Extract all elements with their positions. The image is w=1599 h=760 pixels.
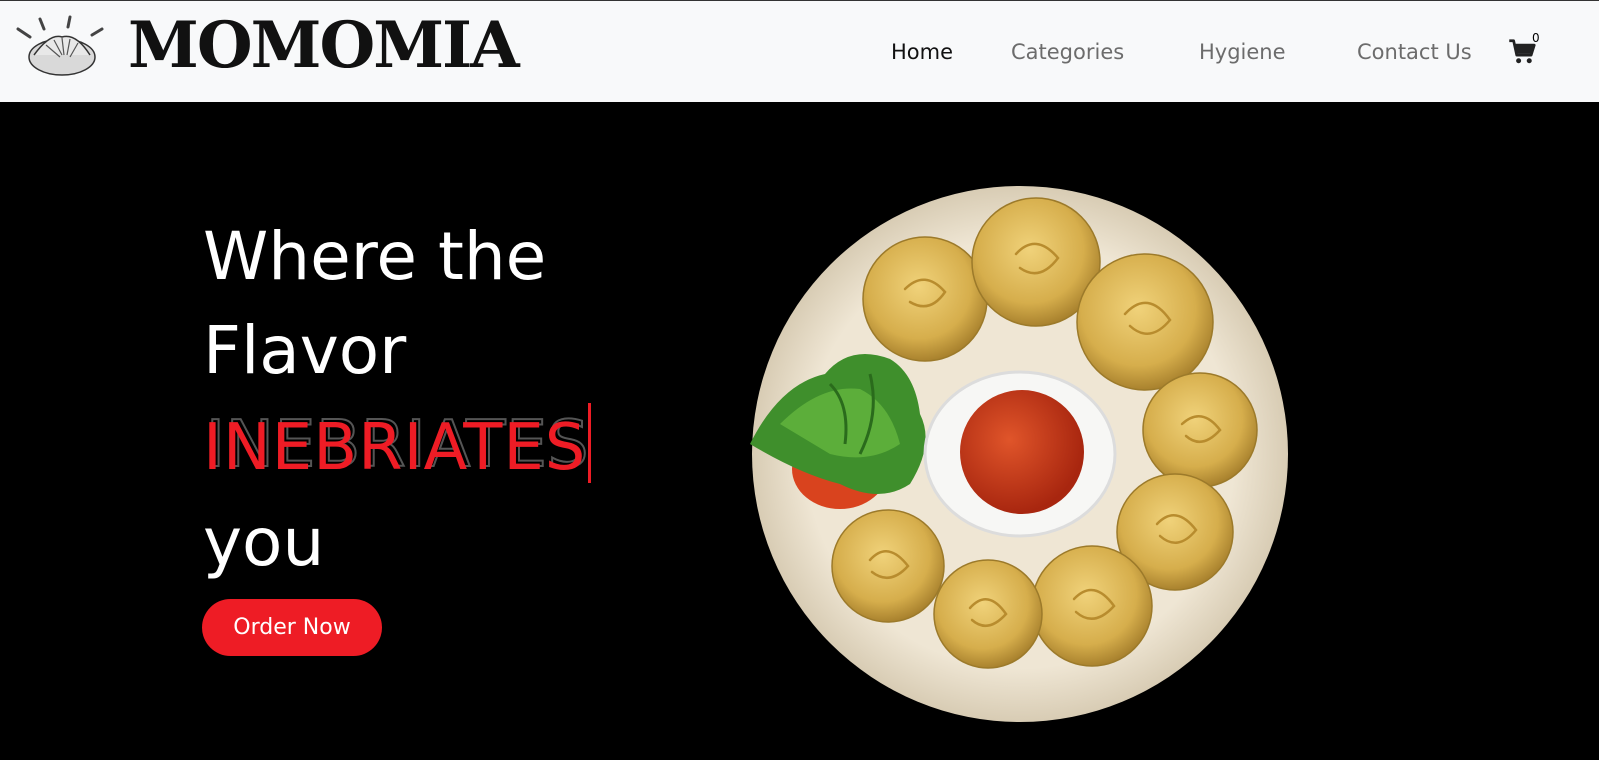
nav-link-categories[interactable]: Categories xyxy=(1011,37,1124,67)
hero-accent-text: INEBRIATES xyxy=(203,411,587,485)
momo-plate-image xyxy=(750,186,1288,722)
nav-link-home[interactable]: Home xyxy=(891,37,953,67)
hero-headline-accent: INEBRIATES INEBRIATES xyxy=(203,403,592,493)
cart-count-badge: 0 xyxy=(1532,31,1540,45)
navbar: MOMOMIA Home Categories Hygiene Contact … xyxy=(0,0,1599,102)
brand-logo-text[interactable]: MOMOMIA xyxy=(128,7,520,85)
hero-headline-line-1: Where the xyxy=(203,218,547,295)
hero-headline-line-2: Flavor xyxy=(203,312,407,389)
hero-headline-line-4: you xyxy=(203,504,325,581)
dumpling-logo-icon[interactable] xyxy=(10,15,110,77)
nav-link-hygiene[interactable]: Hygiene xyxy=(1199,37,1286,67)
nav-link-contact-us[interactable]: Contact Us xyxy=(1357,37,1472,67)
order-now-button[interactable]: Order Now xyxy=(202,599,382,656)
hero-section: Where the Flavor INEBRIATES INEBRIATES y… xyxy=(0,102,1599,760)
